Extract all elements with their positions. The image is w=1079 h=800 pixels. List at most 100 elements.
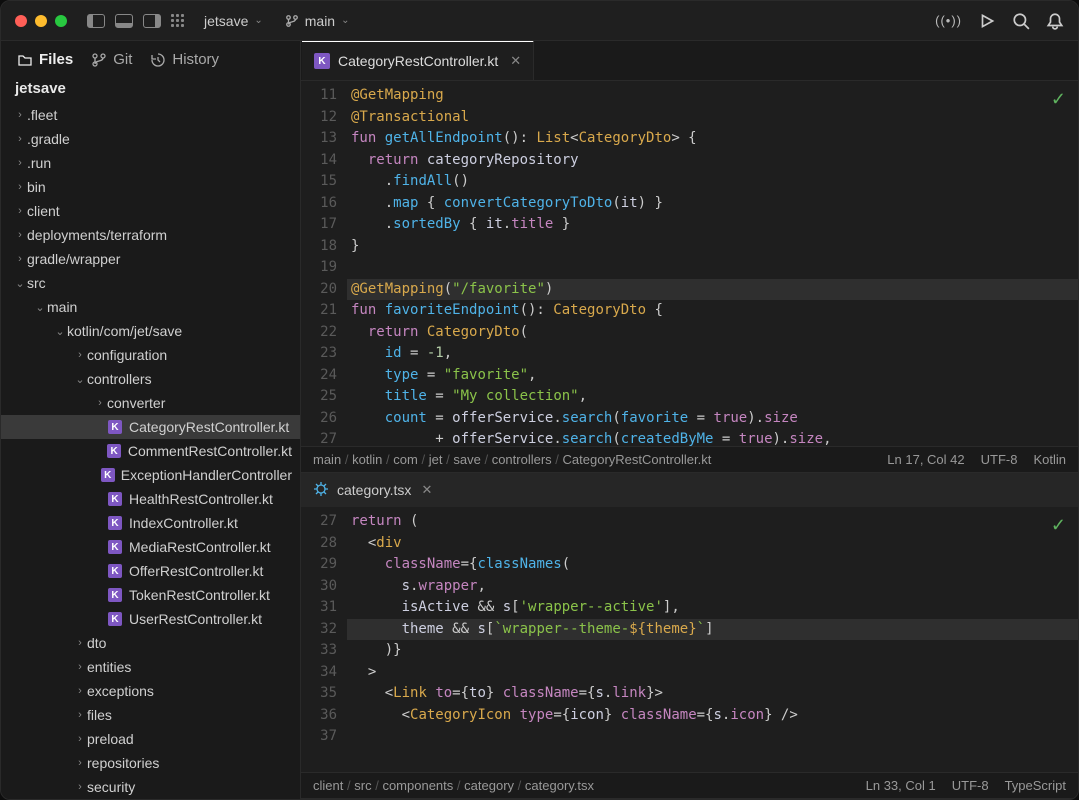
kotlin-icon: K [107,539,123,555]
editor-pane-kotlin: ✓ 1112131415161718192021222324252627 @Ge… [301,81,1078,473]
breadcrumb-item[interactable]: com [393,452,418,467]
editor-tabbar-top: K CategoryRestController.kt ✕ [301,41,1078,81]
chevron-down-icon: ⌄ [254,15,262,26]
chevron-icon: › [73,349,87,361]
tree-label: client [27,203,60,219]
panel-left-icon[interactable] [87,14,105,28]
tree-folder[interactable]: ›exceptions [1,679,300,703]
sidebar-tab-git[interactable]: Git [91,51,132,68]
tree-folder[interactable]: ⌄main [1,295,300,319]
tree-label: .run [27,155,51,171]
bell-icon[interactable] [1046,12,1064,30]
broadcast-icon[interactable]: ((•)) [935,13,962,28]
tree-file[interactable]: KIndexController.kt [1,511,300,535]
editor-pane-tsx: ✓ 2728293031323334353637 return ( <div c… [301,507,1078,799]
tree-file[interactable]: KUserRestController.kt [1,607,300,631]
tree-label: converter [107,395,165,411]
tree-folder[interactable]: ›repositories [1,751,300,775]
tree-label: files [87,707,112,723]
chevron-icon: › [73,757,87,769]
kotlin-icon: K [107,491,123,507]
search-icon[interactable] [1012,12,1030,30]
tree-file[interactable]: KOfferRestController.kt [1,559,300,583]
chevron-icon: › [73,661,87,673]
branch-name: main [305,13,335,29]
run-icon[interactable] [978,12,996,30]
tree-file[interactable]: KMediaRestController.kt [1,535,300,559]
project-selector[interactable]: jetsave ⌄ [204,13,263,29]
tree-folder[interactable]: ⌄kotlin/com/jet/save [1,319,300,343]
close-icon[interactable] [15,15,27,27]
breadcrumb-item[interactable]: category.tsx [525,778,594,793]
tree-folder[interactable]: ⌄controllers [1,367,300,391]
tree-file[interactable]: K HealthRestController.kt [1,487,300,511]
close-icon[interactable]: ✕ [510,53,521,69]
close-icon[interactable]: ✕ [421,482,432,498]
chevron-icon: › [73,733,87,745]
tree-folder[interactable]: ›.fleet [1,103,300,127]
tree-label: entities [87,659,131,675]
chevron-down-icon: ⌄ [341,15,349,26]
tree-label: repositories [87,755,159,771]
breadcrumb-item[interactable]: controllers [492,452,552,467]
zoom-icon[interactable] [55,15,67,27]
tree-folder[interactable]: ›configuration [1,343,300,367]
chevron-icon: › [73,781,87,793]
tree-folder[interactable]: ›bin [1,175,300,199]
breadcrumb-item[interactable]: category [464,778,514,793]
tab-category-rest-controller[interactable]: K CategoryRestController.kt ✕ [302,41,534,80]
tree-folder[interactable]: ›client [1,199,300,223]
project-root[interactable]: jetsave [1,78,300,103]
tree-folder[interactable]: ›preload [1,727,300,751]
tree-label: main [47,299,77,315]
breadcrumb-item[interactable]: main [313,452,341,467]
tree-label: configuration [87,347,167,363]
tree-folder[interactable]: ›files [1,703,300,727]
code-body[interactable]: @GetMapping@Transactionalfun getAllEndpo… [347,81,1078,446]
panel-bottom-icon[interactable] [115,14,133,28]
tree-file[interactable]: KCategoryRestController.kt [1,415,300,439]
tree-folder[interactable]: ›deployments/terraform [1,223,300,247]
tree-folder[interactable]: ›.run [1,151,300,175]
tree-folder[interactable]: ⌄src [1,271,300,295]
tree-folder[interactable]: ›security [1,775,300,799]
tree-file[interactable]: KTokenRestController.kt [1,583,300,607]
cursor-position[interactable]: Ln 17, Col 42 [887,452,964,467]
language-label[interactable]: TypeScript [1005,778,1066,793]
tree-folder[interactable]: ›gradle/wrapper [1,247,300,271]
breadcrumb-item[interactable]: kotlin [352,452,382,467]
breadcrumb-item[interactable]: jet [429,452,443,467]
kotlin-icon: K [314,53,330,69]
tree-label: HealthRestController.kt [129,491,273,507]
sidebar-tab-history[interactable]: History [150,51,219,68]
tree-folder[interactable]: ›converter [1,391,300,415]
chevron-icon: ⌄ [13,277,27,290]
folder-icon [17,52,33,68]
tree-folder[interactable]: ›entities [1,655,300,679]
tree-label: bin [27,179,46,195]
tree-folder[interactable]: ›dto [1,631,300,655]
kotlin-icon: K [107,563,123,579]
branch-selector[interactable]: main ⌄ [285,13,350,29]
cursor-position[interactable]: Ln 33, Col 1 [866,778,936,793]
tab-category-tsx[interactable]: category.tsx ✕ [301,473,1078,507]
encoding-label[interactable]: UTF-8 [981,452,1018,467]
breadcrumb-item[interactable]: save [453,452,480,467]
language-label[interactable]: Kotlin [1033,452,1066,467]
breadcrumb-item[interactable]: components [382,778,453,793]
breadcrumb-item[interactable]: CategoryRestController.kt [563,452,712,467]
breadcrumb-item[interactable]: client [313,778,343,793]
status-check-icon: ✓ [1051,89,1066,110]
sidebar-tab-files[interactable]: Files [17,51,73,68]
minimize-icon[interactable] [35,15,47,27]
breadcrumb-item[interactable]: src [354,778,371,793]
apps-grid-icon[interactable] [171,14,184,27]
chevron-icon: ⌄ [73,373,87,386]
code-body[interactable]: return ( <div className={classNames( s.w… [347,507,1078,772]
panel-right-icon[interactable] [143,14,161,28]
tree-file[interactable]: KExceptionHandlerController [1,463,300,487]
encoding-label[interactable]: UTF-8 [952,778,989,793]
tree-file[interactable]: KCommentRestController.kt [1,439,300,463]
tree-folder[interactable]: ›.gradle [1,127,300,151]
kotlin-icon: K [101,467,115,483]
